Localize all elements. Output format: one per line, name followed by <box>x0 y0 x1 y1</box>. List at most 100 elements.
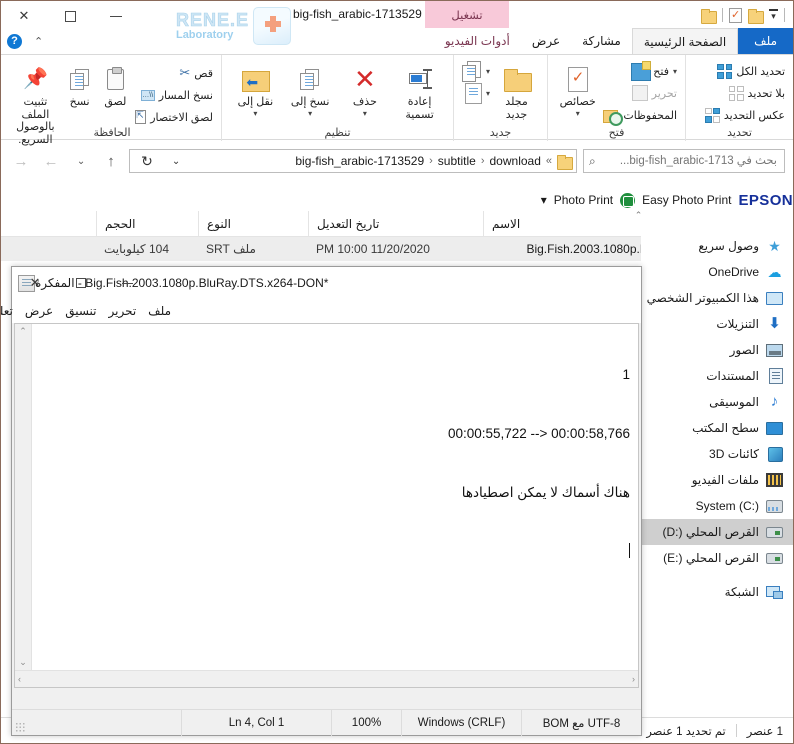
cut-button[interactable]: قص ✂ <box>135 63 213 83</box>
photo-print-chevron-down-icon[interactable]: ▾ <box>541 193 547 207</box>
scroll-right-icon[interactable]: › <box>18 674 21 684</box>
properties-icon <box>567 66 588 92</box>
explorer-maximize-button[interactable] <box>47 1 93 31</box>
qat-customize-chevron-down-icon[interactable]: ▾ <box>769 9 778 21</box>
breadcrumb-separator-1: ‹ <box>480 155 485 167</box>
column-header-size[interactable]: الحجم <box>96 211 198 236</box>
sidebar-item-desktop[interactable]: سطح المكتب <box>641 415 793 441</box>
rename-icon <box>406 69 434 89</box>
history-button[interactable]: المحفوظات <box>603 105 677 126</box>
minimize-icon <box>121 282 133 284</box>
notepad-status-encoding: UTF-8 مع BOM <box>521 709 641 736</box>
notepad-status-position: Ln 4, Col 1 <box>181 709 331 736</box>
new-item-button[interactable]: ▾ <box>462 60 490 82</box>
resize-grip[interactable] <box>15 722 25 732</box>
breadcrumb-overflow[interactable]: » <box>546 155 552 167</box>
search-input[interactable] <box>599 154 779 168</box>
easy-access-button[interactable]: ▾ <box>462 82 490 104</box>
copy-to-button[interactable]: نسخ إلى ▾ <box>285 59 336 118</box>
sidebar-item-local-disk-e[interactable]: القرص المحلي (:E) <box>641 545 793 571</box>
chevron-down-icon: ▾ <box>362 108 367 118</box>
ribbon-help-bar: ? ⌃ <box>1 29 121 54</box>
sidebar-item-pictures[interactable]: الصور <box>641 337 793 363</box>
forward-button[interactable]: → <box>9 149 33 173</box>
photo-print-button[interactable]: Photo Print <box>554 193 613 207</box>
new-folder-button[interactable]: مجلد جديد <box>494 59 539 121</box>
drive-icon <box>766 524 783 540</box>
notepad-text-area[interactable]: 1 00:00:55,722 --> 00:00:58,766 هناك أسم… <box>33 324 638 670</box>
qat-folder-icon[interactable] <box>748 8 764 24</box>
easy-photo-print-button[interactable]: Easy Photo Print <box>642 193 731 207</box>
invert-selection-button[interactable]: عكس التحديد <box>704 105 785 125</box>
menu-item-format[interactable]: تنسيق <box>65 304 96 318</box>
properties-button[interactable]: خصائص ▾ <box>556 59 599 118</box>
notepad-vertical-scrollbar[interactable]: ⌃ ⌄ <box>15 324 32 670</box>
explorer-close-button[interactable]: ✕ <box>1 1 47 31</box>
sidebar-item-network[interactable]: الشبكة <box>641 579 793 605</box>
menu-item-file[interactable]: ملف <box>148 304 171 318</box>
sidebar-item-downloads[interactable]: ⬇ التنزيلات <box>641 311 793 337</box>
sidebar-item-this-pc[interactable]: هذا الكمبيوتر الشخصي <box>641 285 793 311</box>
search-box[interactable]: ⌕ <box>583 149 785 173</box>
breadcrumb-download[interactable]: download <box>490 154 541 168</box>
copy-path-button[interactable]: نسخ المسار \\… <box>135 85 213 105</box>
photo-print-icon <box>620 192 636 208</box>
sidebar-item-documents[interactable]: المستندات <box>641 363 793 389</box>
back-button[interactable]: ← <box>39 149 63 173</box>
open-button[interactable]: ▾ فتح <box>603 61 677 81</box>
breadcrumb-current-folder[interactable]: big-fish_arabic-1713529 <box>295 154 424 168</box>
sidebar-item-onedrive[interactable]: ☁ OneDrive <box>641 259 793 285</box>
menu-item-help[interactable]: تعليمات <box>1 304 13 318</box>
column-header-date-modified[interactable]: تاريخ التعديل <box>308 211 483 236</box>
up-button[interactable]: ↑ <box>99 149 123 173</box>
notepad-window[interactable]: ‏Big.Fish.2003.1080p.BluRay.DTS.x264-DON… <box>1 266 642 736</box>
notepad-minimize-button[interactable] <box>104 267 150 299</box>
notepad-maximize-button[interactable] <box>58 267 104 299</box>
tab-view[interactable]: عرض <box>521 28 571 54</box>
menu-item-edit[interactable]: تحرير <box>109 304 137 318</box>
scroll-left-icon[interactable]: ‹ <box>632 674 635 684</box>
cloud-icon: ☁ <box>767 264 782 280</box>
paste-button[interactable]: لصق <box>99 59 131 109</box>
refresh-icon[interactable]: ↻ <box>134 149 160 173</box>
new-item-icon <box>462 60 482 82</box>
notepad-close-button[interactable]: ✕ <box>12 267 58 299</box>
sidebar-item-local-disk-d[interactable]: القرص المحلي (:D) <box>641 519 793 545</box>
tab-home[interactable]: الصفحة الرئيسية <box>631 28 739 54</box>
tab-share[interactable]: مشاركة <box>571 28 632 54</box>
search-icon: ⌕ <box>589 153 596 168</box>
paste-shortcut-button[interactable]: لصق الاختصار <box>135 107 213 127</box>
delete-button[interactable]: ✕ حذف ▾ <box>340 59 391 118</box>
sidebar-item-quick-access[interactable]: ★ وصول سريع <box>641 233 793 259</box>
ribbon-collapse-chevron-up-icon[interactable]: ⌃ <box>34 35 43 48</box>
sidebar-item-system-c[interactable]: System (C:) <box>641 493 793 519</box>
notepad-text-area-container[interactable]: 1 00:00:55,722 --> 00:00:58,766 هناك أسم… <box>14 323 639 688</box>
menu-item-view[interactable]: عرض <box>25 304 53 318</box>
sidebar-item-3d-objects[interactable]: كائنات 3D <box>641 441 793 467</box>
select-all-button[interactable]: تحديد الكل <box>705 61 785 81</box>
rene-e-laboratory-watermark: RENE.E Laboratory <box>146 3 291 49</box>
minimize-icon <box>110 15 122 17</box>
sidebar-item-videos[interactable]: ملفات الفيديو <box>641 467 793 493</box>
edit-button[interactable]: تحرير <box>603 83 677 103</box>
help-icon[interactable]: ? <box>7 34 22 49</box>
tab-file[interactable]: ملف <box>738 28 793 54</box>
sidebar-item-music[interactable]: ♪ الموسيقى <box>641 389 793 415</box>
recent-locations-button[interactable]: ⌄ <box>69 149 93 173</box>
select-none-button[interactable]: بلا تحديد <box>705 83 785 103</box>
address-bar[interactable]: » download ‹ subtitle ‹ big-fish_arabic-… <box>129 149 577 173</box>
tab-video-tools[interactable]: أدوات الفيديو <box>434 28 521 54</box>
address-dropdown-chevron-down-icon[interactable]: ⌄ <box>165 149 187 173</box>
move-to-button[interactable]: ⬅ نقل إلى ▾ <box>230 59 281 118</box>
breadcrumb-subtitle[interactable]: subtitle <box>438 154 476 168</box>
scroll-down-icon[interactable]: ⌄ <box>19 655 27 670</box>
rename-button[interactable]: إعادة تسمية <box>394 59 445 121</box>
explorer-minimize-button[interactable] <box>93 1 139 31</box>
qat-folder-icon-2[interactable] <box>701 8 717 24</box>
copy-button[interactable]: نسخ <box>64 59 96 109</box>
notepad-horizontal-scrollbar[interactable]: ‹ › <box>15 670 638 687</box>
column-header-type[interactable]: النوع <box>198 211 308 236</box>
qat-properties-icon[interactable] <box>729 7 742 23</box>
scroll-up-icon[interactable]: ⌃ <box>19 324 27 339</box>
notepad-menu-bar: ملف تحرير تنسيق عرض تعليمات <box>1 299 641 323</box>
